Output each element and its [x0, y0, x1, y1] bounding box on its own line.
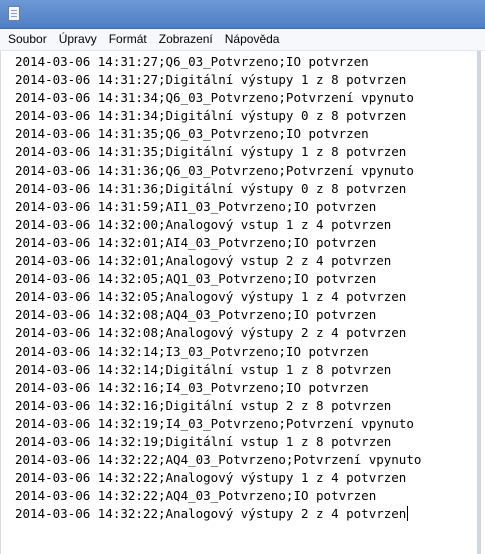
menu-format[interactable]: Formát	[103, 29, 153, 50]
text-line: 2014-03-06 14:32:08;AQ4_03_Potvrzeno;IO …	[15, 306, 477, 324]
title-bar[interactable]	[0, 0, 485, 29]
menu-bar: Soubor Úpravy Formát Zobrazení Nápověda	[0, 29, 485, 51]
text-line-content: 2014-03-06 14:32:00;Analogový vstup 1 z …	[15, 216, 392, 232]
text-line-content: 2014-03-06 14:32:01;AI4_03_Potvrzeno;IO …	[15, 234, 377, 250]
text-line-content: 2014-03-06 14:32:08;AQ4_03_Potvrzeno;IO …	[15, 307, 377, 323]
text-line: 2014-03-06 14:32:19;I4_03_Potvrzeno;Potv…	[15, 415, 477, 433]
text-line: 2014-03-06 14:32:16;I4_03_Potvrzeno;IO p…	[15, 379, 477, 397]
text-line: 2014-03-06 14:31:34;Digitální výstupy 0 …	[15, 107, 477, 125]
menu-help[interactable]: Nápověda	[219, 29, 286, 50]
text-line-content: 2014-03-06 14:31:35;Q6_03_Potvrzeno;IO p…	[15, 126, 369, 142]
text-line-content: 2014-03-06 14:32:22;Analogový výstupy 2 …	[15, 506, 407, 522]
menu-file[interactable]: Soubor	[0, 29, 53, 50]
text-caret	[407, 506, 409, 522]
text-line: 2014-03-06 14:32:22;Analogový výstupy 1 …	[15, 469, 477, 487]
text-editor[interactable]: 2014-03-06 14:31:27;Q6_03_Potvrzeno;IO p…	[0, 51, 481, 554]
text-line: 2014-03-06 14:31:27;Digitální výstupy 1 …	[15, 71, 477, 89]
text-lines: 2014-03-06 14:31:27;Q6_03_Potvrzeno;IO p…	[1, 51, 477, 523]
text-line-content: 2014-03-06 14:31:27;Digitální výstupy 1 …	[15, 72, 407, 88]
menu-view[interactable]: Zobrazení	[153, 29, 219, 50]
text-line-content: 2014-03-06 14:32:22;Analogový výstupy 1 …	[15, 470, 407, 486]
text-line: 2014-03-06 14:31:34;Q6_03_Potvrzeno;Potv…	[15, 89, 477, 107]
text-line-content: 2014-03-06 14:31:59;AI1_03_Potvrzeno;IO …	[15, 198, 377, 214]
text-line: 2014-03-06 14:32:22;AQ4_03_Potvrzeno;Pot…	[15, 451, 477, 469]
text-line-content: 2014-03-06 14:31:35;Digitální výstupy 1 …	[15, 144, 407, 160]
text-line-content: 2014-03-06 14:31:34;Digitální výstupy 0 …	[15, 108, 407, 124]
text-line: 2014-03-06 14:32:14;Digitální vstup 1 z …	[15, 361, 477, 379]
text-line: 2014-03-06 14:32:22;AQ4_03_Potvrzeno;IO …	[15, 487, 477, 505]
text-line-content: 2014-03-06 14:32:22;AQ4_03_Potvrzeno;IO …	[15, 488, 377, 504]
text-line-content: 2014-03-06 14:32:19;Digitální vstup 1 z …	[15, 433, 392, 449]
text-line: 2014-03-06 14:32:00;Analogový vstup 1 z …	[15, 216, 477, 234]
menu-edit[interactable]: Úpravy	[53, 29, 103, 50]
text-line-content: 2014-03-06 14:32:05;Analogový výstupy 1 …	[15, 289, 407, 305]
text-line: 2014-03-06 14:31:36;Digitální výstupy 0 …	[15, 180, 477, 198]
text-line-content: 2014-03-06 14:32:22;AQ4_03_Potvrzeno;Pot…	[15, 452, 422, 468]
text-line-content: 2014-03-06 14:32:16;Digitální vstup 2 z …	[15, 397, 392, 413]
text-line-content: 2014-03-06 14:31:36;Q6_03_Potvrzeno;Potv…	[15, 162, 414, 178]
text-line: 2014-03-06 14:32:19;Digitální vstup 1 z …	[15, 433, 477, 451]
text-line: 2014-03-06 14:32:01;Analogový vstup 2 z …	[15, 252, 477, 270]
text-line-content: 2014-03-06 14:32:14;I3_03_Potvrzeno;IO p…	[15, 343, 369, 359]
text-line: 2014-03-06 14:31:36;Q6_03_Potvrzeno;Potv…	[15, 162, 477, 180]
text-line: 2014-03-06 14:32:05;Analogový výstupy 1 …	[15, 288, 477, 306]
text-line-content: 2014-03-06 14:31:27;Q6_03_Potvrzeno;IO p…	[15, 54, 369, 69]
notepad-icon[interactable]	[8, 6, 20, 21]
text-line: 2014-03-06 14:32:14;I3_03_Potvrzeno;IO p…	[15, 343, 477, 361]
text-line-content: 2014-03-06 14:32:14;Digitální vstup 1 z …	[15, 361, 392, 377]
text-line-content: 2014-03-06 14:31:34;Q6_03_Potvrzeno;Potv…	[15, 90, 414, 106]
text-line: 2014-03-06 14:32:08;Analogový výstupy 2 …	[15, 324, 477, 342]
text-line: 2014-03-06 14:31:35;Digitální výstupy 1 …	[15, 143, 477, 161]
text-line: 2014-03-06 14:32:16;Digitální vstup 2 z …	[15, 397, 477, 415]
text-line: 2014-03-06 14:32:01;AI4_03_Potvrzeno;IO …	[15, 234, 477, 252]
text-line: 2014-03-06 14:32:22;Analogový výstupy 2 …	[15, 505, 477, 523]
text-line-content: 2014-03-06 14:32:08;Analogový výstupy 2 …	[15, 325, 407, 341]
text-line: 2014-03-06 14:32:05;AQ1_03_Potvrzeno;IO …	[15, 270, 477, 288]
text-line-content: 2014-03-06 14:32:01;Analogový vstup 2 z …	[15, 253, 392, 269]
text-line-content: 2014-03-06 14:31:36;Digitální výstupy 0 …	[15, 180, 407, 196]
text-line: 2014-03-06 14:31:35;Q6_03_Potvrzeno;IO p…	[15, 125, 477, 143]
text-line-content: 2014-03-06 14:32:05;AQ1_03_Potvrzeno;IO …	[15, 271, 377, 287]
text-line: 2014-03-06 14:31:59;AI1_03_Potvrzeno;IO …	[15, 198, 477, 216]
text-line: 2014-03-06 14:31:27;Q6_03_Potvrzeno;IO p…	[15, 53, 477, 71]
text-line-content: 2014-03-06 14:32:19;I4_03_Potvrzeno;Potv…	[15, 415, 414, 431]
text-line-content: 2014-03-06 14:32:16;I4_03_Potvrzeno;IO p…	[15, 379, 369, 395]
